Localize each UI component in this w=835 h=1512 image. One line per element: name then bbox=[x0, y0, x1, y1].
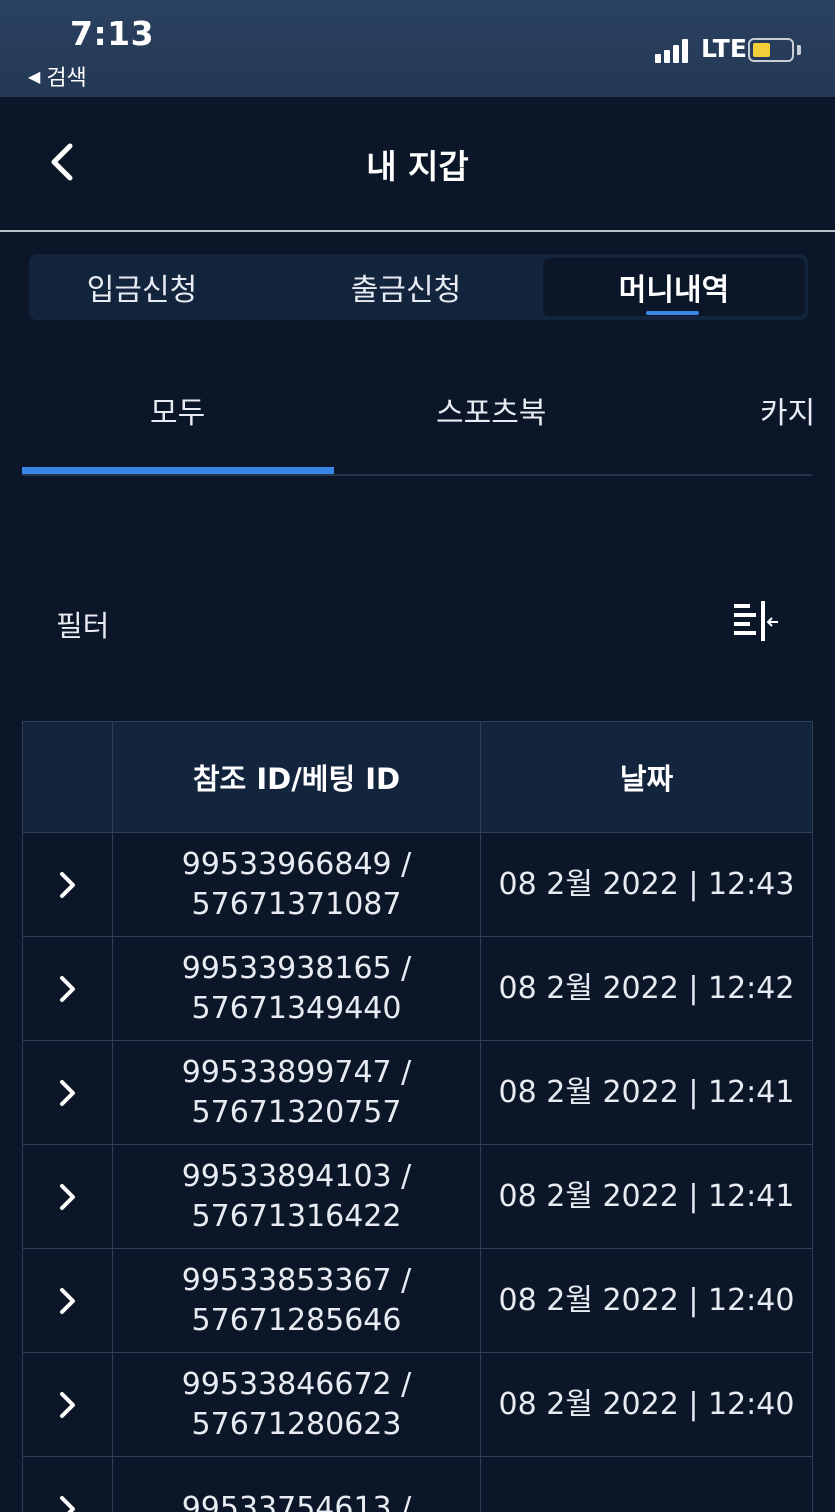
bet-id-text: 57671371087 bbox=[191, 886, 402, 922]
page-title: 내 지갑 bbox=[366, 147, 469, 186]
sub-tab-active-indicator bbox=[22, 467, 334, 474]
row-date: 08 2월 2022 | 12:40 bbox=[480, 1352, 813, 1457]
back-triangle-icon: ◀ bbox=[28, 66, 41, 86]
ref-id-text: 99533938165 / bbox=[181, 950, 412, 986]
chevron-right-icon bbox=[59, 871, 75, 898]
chevron-right-icon bbox=[59, 1287, 75, 1314]
transactions-table: 참조 ID/베팅 ID 날짜 99533966849 / 57671371087 0… bbox=[22, 721, 813, 1512]
row-expand-button[interactable] bbox=[22, 1040, 113, 1145]
ref-id-text: 99533899747 / bbox=[181, 1054, 412, 1090]
sub-tab-sportsbook[interactable]: 스포츠북 bbox=[436, 388, 546, 432]
tab-withdraw[interactable]: 출금신청 bbox=[275, 254, 537, 320]
table-header: 참조 ID/베팅 ID 날짜 bbox=[22, 721, 813, 833]
row-date: 08 2월 2022 | 12:42 bbox=[480, 936, 813, 1041]
header-ref-id: 참조 ID/베팅 ID bbox=[112, 721, 481, 833]
battery-tip bbox=[797, 45, 801, 55]
filter-collapse-icon[interactable] bbox=[732, 601, 780, 641]
bet-id-text: 57671285646 bbox=[191, 1302, 402, 1338]
row-expand-button[interactable] bbox=[22, 936, 113, 1041]
ref-id-text: 99533853367 / bbox=[181, 1262, 412, 1298]
sub-tab-all[interactable]: 모두 bbox=[150, 388, 205, 432]
row-date: 08 2월 2022 | 12:41 bbox=[480, 1144, 813, 1249]
signal-strength-icon bbox=[655, 39, 693, 63]
row-expand-button[interactable] bbox=[22, 832, 113, 937]
chevron-right-icon bbox=[59, 1079, 75, 1106]
ref-id-text: 99533894103 / bbox=[181, 1158, 412, 1194]
row-date: 08 2월 2022 | 12:43 bbox=[480, 832, 813, 937]
wallet-screen: 7:13 ◀ 검색 LTE 내 지갑 입금신청 출금신청 머니내역 모두 스포츠… bbox=[0, 0, 835, 1512]
app-header: 내 지갑 bbox=[0, 97, 835, 232]
active-tab-indicator bbox=[646, 311, 699, 315]
chevron-right-icon bbox=[59, 1183, 75, 1210]
row-date: 08 2월 2022 | 12:41 bbox=[480, 1040, 813, 1145]
row-expand-button[interactable] bbox=[22, 1352, 113, 1457]
status-time: 7:13 bbox=[70, 14, 155, 53]
chevron-right-icon bbox=[59, 1391, 75, 1418]
network-type: LTE bbox=[701, 34, 747, 63]
row-ref-id: 99533899747 / 57671320757 bbox=[112, 1040, 481, 1145]
status-back-link[interactable]: ◀ 검색 bbox=[28, 60, 87, 92]
row-date bbox=[480, 1456, 813, 1512]
row-ref-id: 99533938165 / 57671349440 bbox=[112, 936, 481, 1041]
row-ref-id: 99533894103 / 57671316422 bbox=[112, 1144, 481, 1249]
row-expand-button[interactable] bbox=[22, 1456, 113, 1512]
status-back-label: 검색 bbox=[46, 66, 87, 91]
chevron-right-icon bbox=[59, 975, 75, 1002]
chevron-right-icon bbox=[59, 1495, 75, 1512]
bet-id-text: 57671316422 bbox=[191, 1198, 402, 1234]
tab-deposit[interactable]: 입금신청 bbox=[29, 254, 255, 320]
bet-id-text: 57671280623 bbox=[191, 1406, 402, 1442]
row-expand-button[interactable] bbox=[22, 1144, 113, 1249]
bet-id-text: 57671349440 bbox=[191, 990, 402, 1026]
row-ref-id: 99533754613 / bbox=[112, 1456, 481, 1512]
sub-tab-casino[interactable]: 카지 bbox=[760, 388, 815, 432]
row-ref-id: 99533853367 / 57671285646 bbox=[112, 1248, 481, 1353]
header-expand bbox=[22, 721, 113, 833]
row-date: 08 2월 2022 | 12:40 bbox=[480, 1248, 813, 1353]
bet-id-text: 57671320757 bbox=[191, 1094, 402, 1130]
tab-money-history[interactable]: 머니내역 bbox=[543, 258, 805, 316]
row-expand-button[interactable] bbox=[22, 1248, 113, 1353]
battery-icon bbox=[748, 38, 794, 62]
filter-label: 필터 bbox=[56, 609, 110, 643]
header-date: 날짜 bbox=[480, 721, 813, 833]
ref-id-text: 99533846672 / bbox=[181, 1366, 412, 1402]
sub-tab-divider bbox=[22, 474, 812, 476]
ref-id-text: 99533966849 / bbox=[181, 846, 412, 882]
row-ref-id: 99533966849 / 57671371087 bbox=[112, 832, 481, 937]
row-ref-id: 99533846672 / 57671280623 bbox=[112, 1352, 481, 1457]
ref-id-text: 99533754613 / bbox=[181, 1490, 412, 1512]
status-bar: 7:13 ◀ 검색 LTE bbox=[0, 0, 835, 97]
